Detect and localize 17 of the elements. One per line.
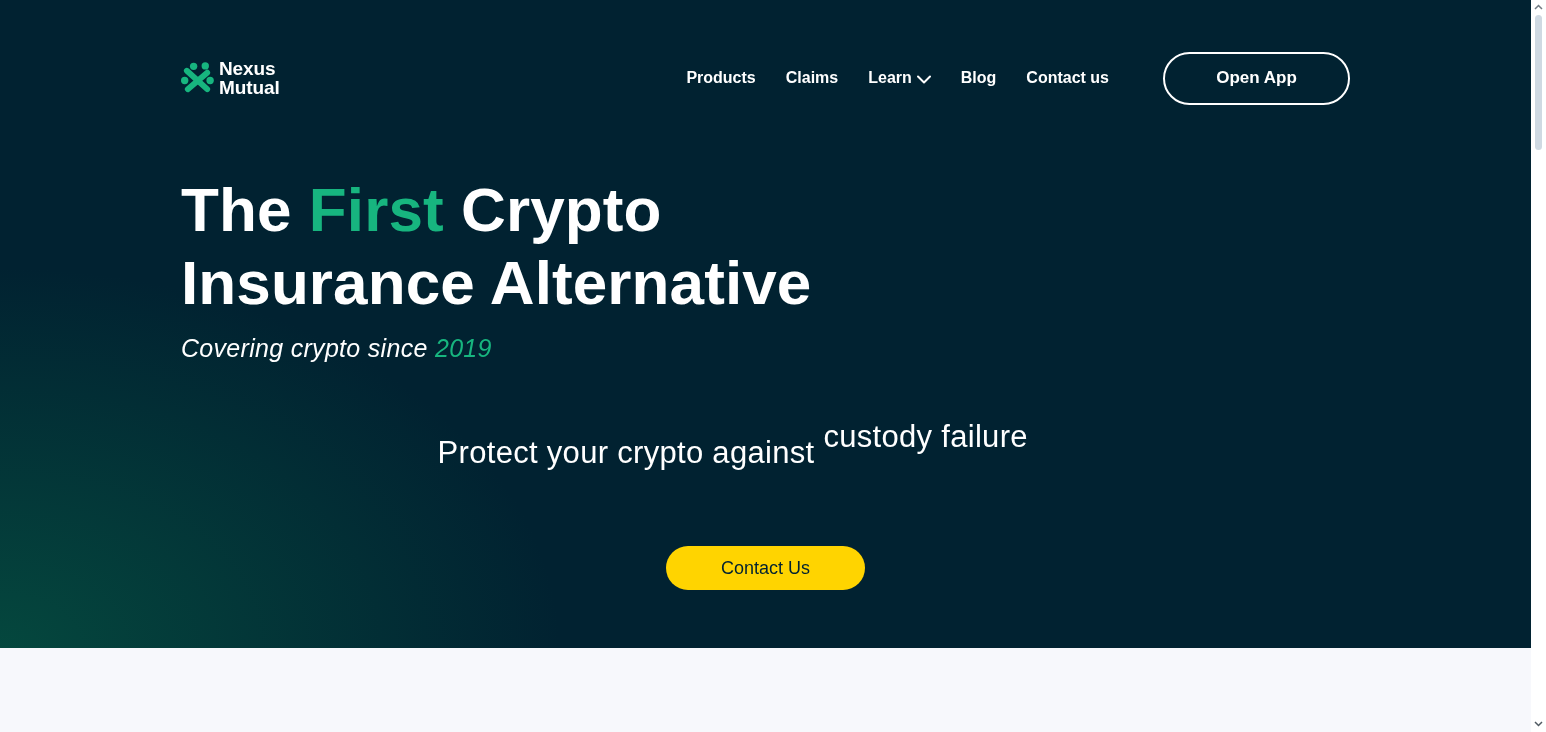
scroll-up-icon[interactable] (1534, 4, 1543, 10)
open-app-button[interactable]: Open App (1163, 51, 1350, 105)
rotating-word: custody failure (823, 419, 1028, 455)
logo-icon (181, 61, 214, 95)
nav-link[interactable]: Learn (868, 69, 931, 87)
tagline-text: Protect your crypto against (437, 435, 815, 471)
scrollbar-thumb[interactable] (1535, 15, 1542, 150)
contact-us-button[interactable]: Contact Us (666, 546, 865, 590)
hero-headline: The First Crypto Insurance Alternative (181, 174, 813, 319)
scroll-down-icon[interactable] (1534, 721, 1543, 727)
chevron-down-icon (916, 74, 931, 84)
hero-subtitle: Covering crypto since 2019 (181, 333, 492, 363)
nav-link[interactable]: Contact us (1026, 69, 1109, 87)
nav-link[interactable]: Claims (785, 69, 839, 87)
nav-link[interactable]: Blog (960, 69, 997, 87)
nav-link[interactable]: Products (686, 69, 756, 87)
logo-text[interactable]: Nexus Mutual (219, 59, 280, 97)
